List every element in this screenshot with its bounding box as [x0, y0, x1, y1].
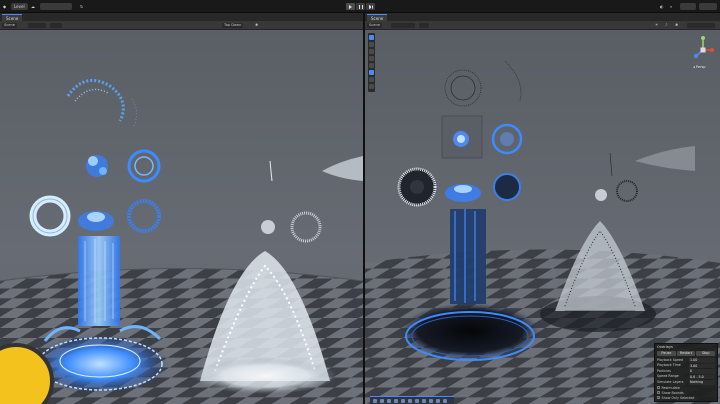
- rect-tool[interactable]: [369, 63, 374, 68]
- layout-dropdown[interactable]: [40, 3, 72, 10]
- render-mode-dropdown[interactable]: [28, 23, 46, 28]
- play-icon: [349, 4, 352, 9]
- collab-icon[interactable]: ↻: [80, 3, 83, 10]
- right-camera-dropdown[interactable]: [687, 23, 715, 28]
- speed-range-value: 0.0 - 5.0: [689, 374, 715, 380]
- fx-toggle[interactable]: [50, 23, 62, 28]
- wire-ring-2: [493, 173, 521, 201]
- resimulate-label: Resimulate: [661, 385, 680, 390]
- simulate-layers-dropdown[interactable]: Nothing: [689, 380, 715, 385]
- unity-logo-icon: ◆: [3, 4, 7, 9]
- particle-effect-overlay: Overlays Pause Restart Stop Playback Spe…: [654, 343, 718, 402]
- show-only-selected-checkbox[interactable]: Show Only Selected: [657, 395, 715, 400]
- simulate-layers-label: Simulate Layers: [657, 379, 684, 384]
- camera-mode-dropdown[interactable]: Top Down: [222, 23, 244, 28]
- layers-icon[interactable]: [422, 399, 426, 403]
- left-scene-toolbar: Scene Top Down ✱: [0, 21, 363, 30]
- tab-scene-right[interactable]: Scene: [367, 14, 388, 21]
- transform-tool[interactable]: [369, 70, 374, 75]
- right-fx-toggle[interactable]: [419, 23, 429, 28]
- fx-splash-blue: [86, 155, 108, 177]
- playback-time-field[interactable]: 3.00: [689, 363, 715, 369]
- checkbox-box[interactable]: [657, 386, 660, 389]
- gizmos-icon[interactable]: ✱: [255, 23, 258, 28]
- picking-icon[interactable]: [429, 399, 433, 403]
- camera-icon[interactable]: [401, 399, 405, 403]
- settings-icon[interactable]: [443, 399, 447, 403]
- right-tab-bar: Scene: [365, 13, 720, 21]
- visibility-icon[interactable]: [415, 399, 419, 403]
- play-button[interactable]: [346, 3, 355, 10]
- main-toolbar: ◆ Level ☁ ↻ ◐ ⌕: [0, 0, 720, 13]
- pause-button[interactable]: [356, 3, 365, 10]
- right-scene-toolbar: Scene ☀ ♪ ✱: [365, 21, 720, 30]
- history-icon[interactable]: ◐: [660, 3, 664, 10]
- fx-water-column: [78, 236, 120, 326]
- search-icon[interactable]: ⌕: [670, 3, 672, 10]
- scene-bottom-toolbar: [370, 396, 454, 404]
- grid-icon[interactable]: [373, 399, 377, 403]
- cloud-icon[interactable]: ☁: [31, 3, 35, 10]
- stop-effect-button[interactable]: Stop: [696, 351, 716, 357]
- overlay-row: Simulate Layers Nothing: [657, 380, 715, 385]
- restart-effect-button[interactable]: Restart: [676, 351, 696, 357]
- step-icon: [368, 4, 373, 9]
- right-shading-dropdown[interactable]: Scene: [367, 23, 382, 28]
- fx-splash-blue-2: [78, 211, 114, 231]
- wire-splash: [453, 131, 469, 147]
- audio-icon[interactable]: [408, 399, 412, 403]
- step-button[interactable]: [366, 3, 375, 10]
- scene-view-right[interactable]: Scene Scene ☀ ♪ ✱ ◂ Persp Overlays Pause…: [365, 13, 720, 404]
- left-viewport[interactable]: [0, 31, 363, 404]
- snap-icon[interactable]: [380, 399, 384, 403]
- gizmo-axes: [694, 36, 714, 58]
- playback-speed-field[interactable]: 1.00: [689, 358, 715, 364]
- show-bounds-label: Show Bounds: [661, 390, 684, 395]
- scale-tool[interactable]: [369, 56, 374, 61]
- hand-tool[interactable]: [369, 35, 374, 40]
- pause-effect-button[interactable]: Pause: [657, 351, 676, 357]
- wire-torus: [397, 167, 437, 207]
- wire-splash-2: [445, 184, 481, 202]
- particles-value: 0: [689, 369, 715, 374]
- rotate-tool[interactable]: [369, 49, 374, 54]
- shading-mode-dropdown[interactable]: Scene: [2, 23, 17, 28]
- right-gizmo-icon[interactable]: ✱: [675, 23, 678, 28]
- checkbox-box[interactable]: [657, 391, 660, 394]
- wire-water-column: [450, 209, 486, 304]
- layers-dropdown[interactable]: [680, 3, 696, 10]
- tab-scene-left[interactable]: Scene: [2, 14, 23, 21]
- checkbox-box[interactable]: [657, 396, 660, 399]
- view-tool[interactable]: [369, 84, 374, 89]
- left-tab-bar: Scene: [0, 13, 363, 21]
- scene-view-left[interactable]: Scene Scene Top Down ✱: [0, 13, 363, 404]
- scene-tools: [368, 33, 375, 92]
- overlay-title: Overlays: [657, 345, 673, 350]
- axis-gizmo-icon[interactable]: ◂ Persp: [690, 35, 716, 73]
- fx-icon[interactable]: [394, 399, 398, 403]
- left-scene-render: [0, 31, 363, 404]
- right-lighting-icon[interactable]: ☀: [655, 23, 658, 28]
- move-tool[interactable]: [369, 42, 374, 47]
- gizmo-label: ◂ Persp: [693, 65, 706, 69]
- right-render-dropdown[interactable]: [391, 23, 415, 28]
- account-button[interactable]: Level: [11, 3, 28, 10]
- pause-icon: [358, 4, 363, 9]
- lighting-icon[interactable]: [387, 399, 391, 403]
- overlay-icon[interactable]: [436, 399, 440, 403]
- wire-dark-pool: [400, 303, 540, 361]
- right-audio-icon[interactable]: ♪: [665, 23, 667, 28]
- custom-tool[interactable]: [369, 77, 374, 82]
- layout-menu[interactable]: [699, 3, 717, 10]
- show-only-selected-label: Show Only Selected: [661, 395, 695, 400]
